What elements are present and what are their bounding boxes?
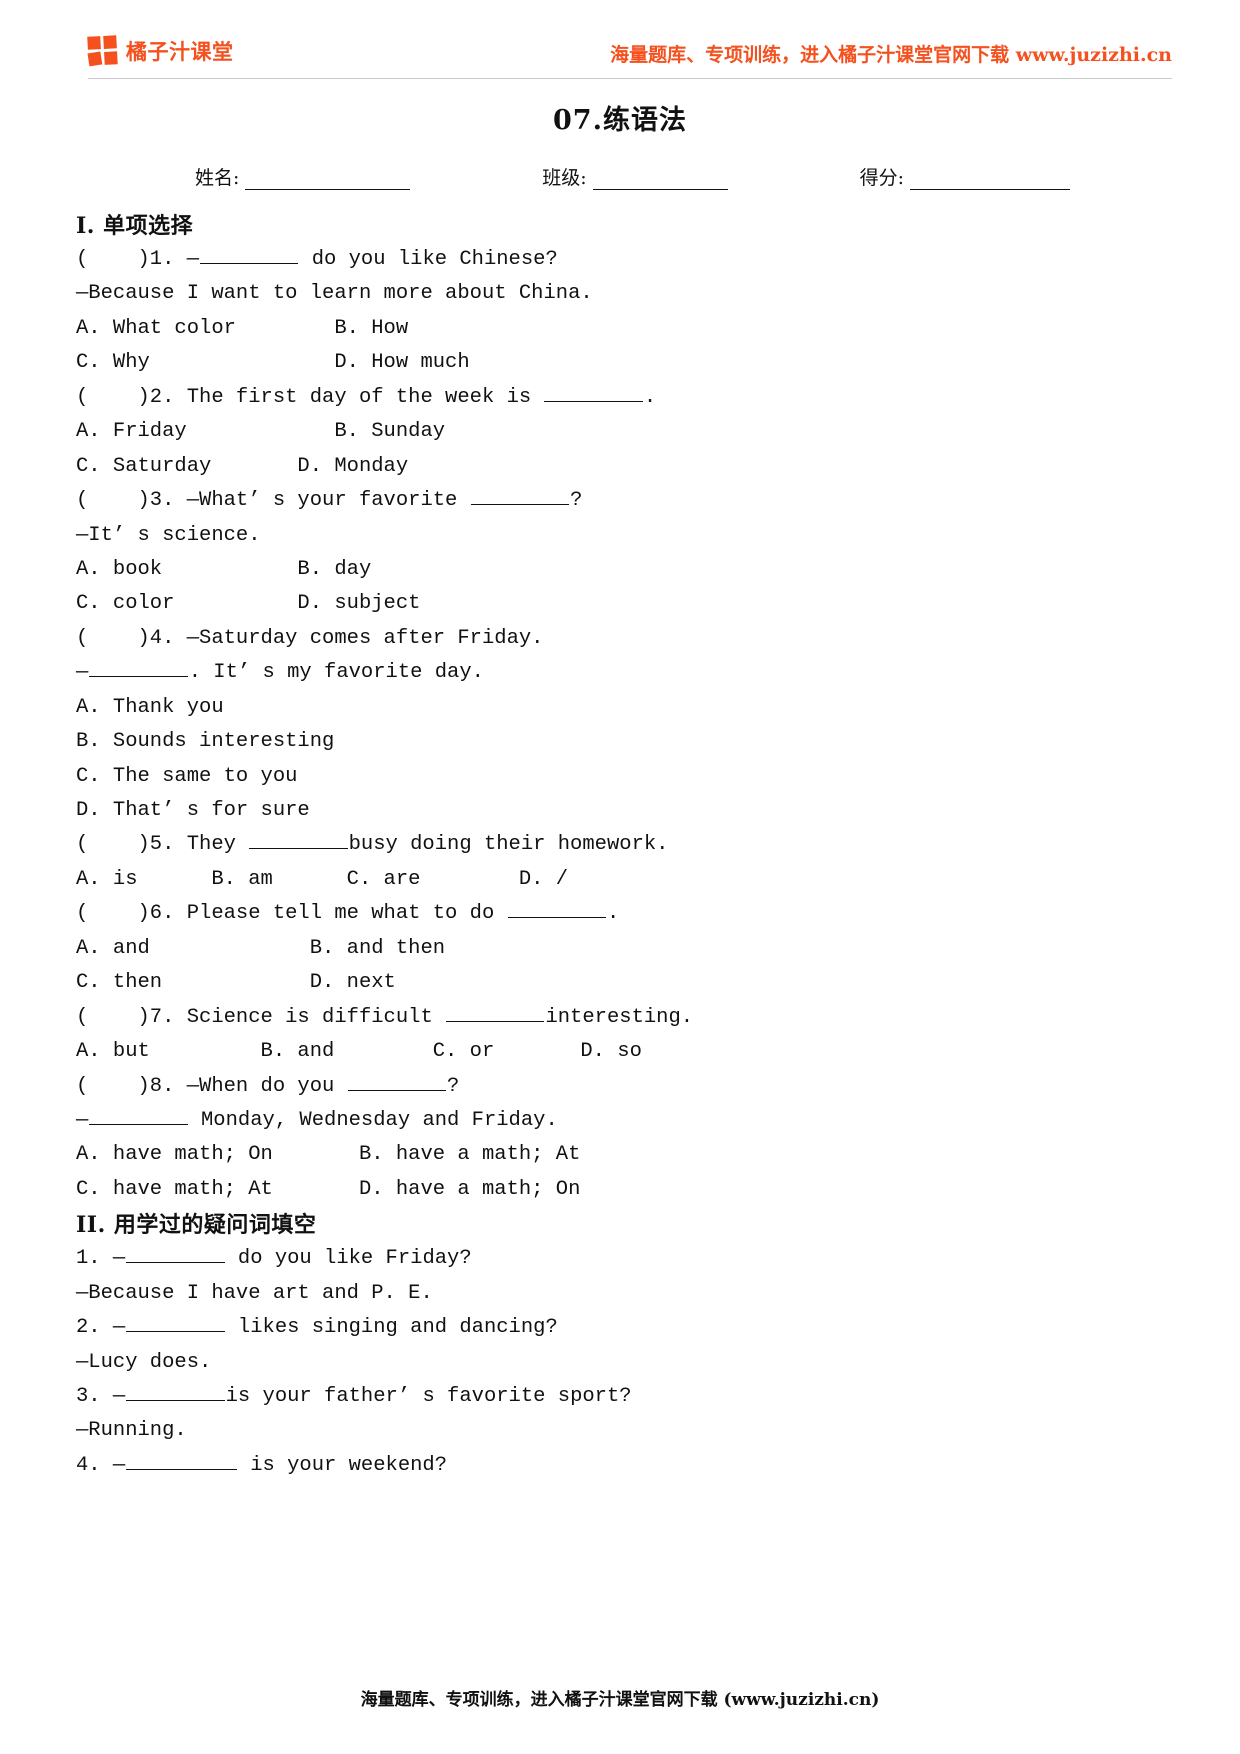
- option-line: A. Friday B. Sunday: [76, 420, 446, 444]
- answer-blank[interactable]: [126, 1243, 225, 1264]
- question-line: ( )4. —Saturday comes after Friday.: [76, 626, 544, 650]
- student-info-row: 姓名: 班级: 得分:: [0, 163, 1240, 190]
- header-promo-text: 海量题库、专项训练，进入橘子汁课堂官网下载 www.juzizhi.cn: [610, 44, 1172, 66]
- field-name-blank[interactable]: [245, 172, 411, 190]
- question-line: 4. — is your weekend?: [76, 1449, 1172, 1483]
- juzizhi-logo-icon: [87, 35, 119, 67]
- field-class-label: 班级:: [542, 167, 587, 189]
- option-line: A. is B. am C. are D. /: [76, 867, 569, 891]
- page-header: 橘子汁课堂 海量题库、专项训练，进入橘子汁课堂官网下载 www.juzizhi.…: [0, 0, 1240, 79]
- field-name: 姓名:: [195, 163, 411, 190]
- question-line: ( )6. Please tell me what to do .: [76, 897, 1172, 931]
- field-class-blank[interactable]: [592, 172, 728, 190]
- question-line: ( )3. —What’ s your favorite ?: [76, 484, 1172, 518]
- question-line: — Monday, Wednesday and Friday.: [76, 1104, 1172, 1138]
- option-line: A. What color B. How: [76, 316, 409, 340]
- answer-blank[interactable]: [446, 1001, 545, 1022]
- option-line: C. Saturday D. Monday: [76, 454, 409, 478]
- question-line: ( )7. Science is difficult interesting.: [76, 1001, 1172, 1035]
- field-class: 班级:: [542, 163, 728, 190]
- field-score-blank[interactable]: [910, 172, 1070, 190]
- brand-logo-group[interactable]: 橘子汁课堂: [87, 35, 234, 67]
- option-line: B. Sounds interesting: [76, 730, 335, 754]
- field-name-label: 姓名:: [195, 167, 240, 189]
- answer-blank[interactable]: [89, 657, 188, 678]
- answer-blank[interactable]: [89, 1104, 188, 1125]
- option-line: D. That’ s for sure: [76, 799, 310, 822]
- question-line: 1. — do you like Friday?: [76, 1242, 1172, 1276]
- worksheet-body: I. 单项选择 ( )1. — do you like Chinese? —Be…: [0, 190, 1240, 1483]
- question-line: ( )1. — do you like Chinese?: [76, 243, 1172, 277]
- question-line: ( )8. —When do you ?: [76, 1070, 1172, 1104]
- option-line: A. and B. and then: [76, 936, 446, 960]
- logo-square-1: [87, 36, 101, 50]
- field-score: 得分:: [860, 163, 1070, 190]
- option-line: A. have math; On B. have a math; At: [76, 1143, 581, 1167]
- option-line: A. Thank you: [76, 695, 224, 719]
- question-line: —Running.: [76, 1419, 187, 1443]
- option-line: C. have math; At D. have a math; On: [76, 1177, 581, 1201]
- answer-blank[interactable]: [347, 1070, 447, 1091]
- answer-blank[interactable]: [544, 381, 643, 402]
- field-score-label: 得分:: [859, 167, 904, 189]
- answer-blank[interactable]: [200, 244, 299, 264]
- question-line: —It’ s science.: [76, 523, 261, 547]
- answer-blank[interactable]: [126, 1449, 237, 1470]
- question-line: 2. — likes singing and dancing?: [76, 1311, 1172, 1345]
- option-line: C. Why D. How much: [76, 351, 470, 375]
- question-line: ( )2. The first day of the week is .: [76, 381, 1172, 415]
- question-line: —Because I want to learn more about Chin…: [76, 282, 593, 306]
- answer-blank[interactable]: [126, 1312, 225, 1333]
- question-line: —. It’ s my favorite day.: [76, 656, 1172, 690]
- logo-square-3: [87, 51, 103, 67]
- header-divider: [88, 78, 1172, 79]
- question-line: ( )5. They busy doing their homework.: [76, 828, 1172, 862]
- answer-blank[interactable]: [470, 485, 570, 506]
- answer-blank[interactable]: [126, 1381, 225, 1401]
- question-line: —Because I have art and P. E.: [76, 1281, 433, 1305]
- question-line: —Lucy does.: [76, 1350, 212, 1374]
- section-heading-2: II. 用学过的疑问词填空: [76, 1212, 317, 1239]
- option-line: A. but B. and C. or D. so: [76, 1040, 642, 1064]
- logo-square-2: [103, 35, 117, 49]
- answer-blank[interactable]: [507, 898, 606, 919]
- option-line: A. book B. day: [76, 557, 372, 581]
- section-heading-1: I. 单项选择: [76, 213, 194, 239]
- option-line: C. then D. next: [76, 971, 396, 995]
- brand-name: 橘子汁课堂: [126, 40, 234, 64]
- page-title: 07.练语法: [553, 105, 687, 136]
- page-footer: 海量题库、专项训练，进入橘子汁课堂官网下载 (www.juzizhi.cn): [360, 1690, 880, 1710]
- question-line: 3. — is your father’ s favorite sport?: [76, 1380, 1172, 1414]
- option-line: C. The same to you: [76, 764, 298, 788]
- section-2-lines: 1. — do you like Friday? —Because I have…: [76, 1242, 1172, 1483]
- option-line: C. color D. subject: [76, 592, 421, 616]
- answer-blank[interactable]: [249, 829, 348, 850]
- section-1-lines: ( )1. — do you like Chinese? —Because I …: [76, 243, 1172, 1207]
- logo-square-4: [104, 51, 118, 65]
